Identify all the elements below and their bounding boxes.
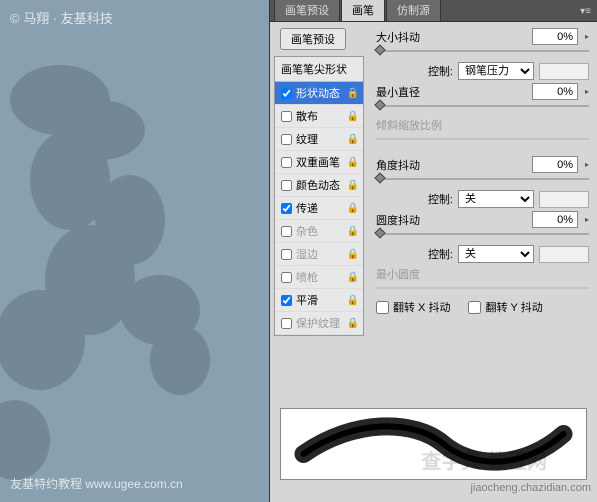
option-smoothing[interactable]: 平滑 🔒 bbox=[275, 289, 363, 312]
tilt-scale-label: 倾斜缩放比例 bbox=[376, 117, 442, 133]
tilt-scale-slider bbox=[376, 136, 589, 142]
smoothing-checkbox[interactable] bbox=[281, 295, 292, 306]
arrow-icon: ▸ bbox=[585, 160, 589, 169]
shape-dynamics-label: 形状动态 bbox=[296, 85, 343, 101]
flip-y-jitter[interactable]: 翻转 Y 抖动 bbox=[468, 299, 542, 315]
option-scattering[interactable]: 散布 🔒 bbox=[275, 105, 363, 128]
watermark-right: jiaocheng.chazidian.com bbox=[471, 482, 591, 494]
option-protect-texture[interactable]: 保护纹理 🔒 bbox=[275, 312, 363, 335]
brush-options-list: 画笔笔尖形状 形状动态 🔒 散布 🔒 纹理 🔒 bbox=[274, 56, 364, 336]
size-jitter-slider[interactable] bbox=[376, 48, 589, 54]
scattering-label: 散布 bbox=[296, 108, 343, 124]
arrow-icon: ▸ bbox=[585, 32, 589, 41]
watermark-top: © 马翔 · 友基科技 bbox=[10, 8, 113, 27]
angle-control-select[interactable]: 关 bbox=[458, 190, 534, 208]
dual-brush-label: 双重画笔 bbox=[296, 154, 343, 170]
option-texture[interactable]: 纹理 🔒 bbox=[275, 128, 363, 151]
lock-icon: 🔒 bbox=[347, 134, 359, 145]
flip-x-checkbox[interactable] bbox=[376, 301, 389, 314]
tab-brush-presets[interactable]: 画笔预设 bbox=[274, 0, 340, 21]
scattering-checkbox[interactable] bbox=[281, 111, 292, 122]
lock-icon: 🔒 bbox=[347, 249, 359, 260]
lock-icon: 🔒 bbox=[347, 157, 359, 168]
noise-label: 杂色 bbox=[296, 223, 343, 239]
transfer-label: 传递 bbox=[296, 200, 343, 216]
control-hint-box bbox=[539, 63, 589, 80]
lock-icon: 🔒 bbox=[347, 226, 359, 237]
panel-tabs: 画笔预设 画笔 仿制源 ▾≡ bbox=[270, 0, 597, 22]
min-diameter-label: 最小直径 bbox=[376, 84, 420, 100]
tab-clone-source[interactable]: 仿制源 bbox=[386, 0, 441, 21]
roundness-control-select[interactable]: 关 bbox=[458, 245, 534, 263]
brush-presets-button[interactable]: 画笔预设 bbox=[280, 28, 346, 50]
size-control-select[interactable]: 钢笔压力 bbox=[458, 62, 534, 80]
brush-tip-shape[interactable]: 画笔笔尖形状 bbox=[275, 57, 363, 82]
min-roundness-label: 最小圆度 bbox=[376, 266, 420, 282]
angle-jitter-slider[interactable] bbox=[376, 176, 589, 182]
option-transfer[interactable]: 传递 🔒 bbox=[275, 197, 363, 220]
roundness-jitter-label: 圆度抖动 bbox=[376, 212, 420, 228]
color-dynamics-checkbox[interactable] bbox=[281, 180, 292, 191]
roundness-jitter-value[interactable]: 0% bbox=[532, 211, 578, 228]
control-label: 控制: bbox=[428, 246, 453, 262]
watermark-bottom: 友基特约教程 www.ugee.com.cn bbox=[10, 475, 183, 492]
brush-panel: 画笔预设 画笔 仿制源 ▾≡ 画笔预设 画笔笔尖形状 形状动态 🔒 散布 bbox=[269, 0, 597, 502]
lock-icon: 🔒 bbox=[347, 272, 359, 283]
arrow-icon: ▸ bbox=[585, 215, 589, 224]
angle-jitter-label: 角度抖动 bbox=[376, 157, 420, 173]
lock-icon: 🔒 bbox=[347, 203, 359, 214]
option-dual-brush[interactable]: 双重画笔 🔒 bbox=[275, 151, 363, 174]
min-diameter-slider[interactable] bbox=[376, 103, 589, 109]
flip-y-checkbox[interactable] bbox=[468, 301, 481, 314]
roundness-jitter-slider[interactable] bbox=[376, 231, 589, 237]
panel-menu-icon[interactable]: ▾≡ bbox=[574, 2, 597, 21]
min-diameter-value[interactable]: 0% bbox=[532, 83, 578, 100]
control-hint-box bbox=[539, 191, 589, 208]
smoothing-label: 平滑 bbox=[296, 292, 343, 308]
airbrush-checkbox[interactable] bbox=[281, 272, 292, 283]
option-noise[interactable]: 杂色 🔒 bbox=[275, 220, 363, 243]
arrow-icon: ▸ bbox=[585, 87, 589, 96]
control-label: 控制: bbox=[428, 63, 453, 79]
watermark-center: 查字典 教程网 bbox=[421, 445, 547, 474]
min-roundness-slider bbox=[376, 285, 589, 291]
option-airbrush[interactable]: 喷枪 🔒 bbox=[275, 266, 363, 289]
option-wet-edges[interactable]: 湿边 🔒 bbox=[275, 243, 363, 266]
dual-brush-checkbox[interactable] bbox=[281, 157, 292, 168]
flip-x-jitter[interactable]: 翻转 X 抖动 bbox=[376, 299, 450, 315]
texture-label: 纹理 bbox=[296, 131, 343, 147]
color-dynamics-label: 颜色动态 bbox=[296, 177, 343, 193]
lock-icon: 🔒 bbox=[347, 180, 359, 191]
lock-icon: 🔒 bbox=[347, 111, 359, 122]
control-label: 控制: bbox=[428, 191, 453, 207]
protect-texture-checkbox[interactable] bbox=[281, 318, 292, 329]
wet-edges-checkbox[interactable] bbox=[281, 249, 292, 260]
control-hint-box bbox=[539, 246, 589, 263]
size-jitter-value[interactable]: 0% bbox=[532, 28, 578, 45]
shape-dynamics-checkbox[interactable] bbox=[281, 88, 292, 99]
texture-checkbox[interactable] bbox=[281, 134, 292, 145]
noise-checkbox[interactable] bbox=[281, 226, 292, 237]
lock-icon: 🔒 bbox=[347, 295, 359, 306]
wet-edges-label: 湿边 bbox=[296, 246, 343, 262]
airbrush-label: 喷枪 bbox=[296, 269, 343, 285]
option-shape-dynamics[interactable]: 形状动态 🔒 bbox=[275, 82, 363, 105]
size-jitter-label: 大小抖动 bbox=[376, 29, 420, 45]
tab-brush[interactable]: 画笔 bbox=[341, 0, 385, 21]
protect-texture-label: 保护纹理 bbox=[296, 315, 343, 331]
option-color-dynamics[interactable]: 颜色动态 🔒 bbox=[275, 174, 363, 197]
lock-icon: 🔒 bbox=[347, 88, 359, 99]
lock-icon: 🔒 bbox=[347, 318, 359, 329]
transfer-checkbox[interactable] bbox=[281, 203, 292, 214]
angle-jitter-value[interactable]: 0% bbox=[532, 156, 578, 173]
